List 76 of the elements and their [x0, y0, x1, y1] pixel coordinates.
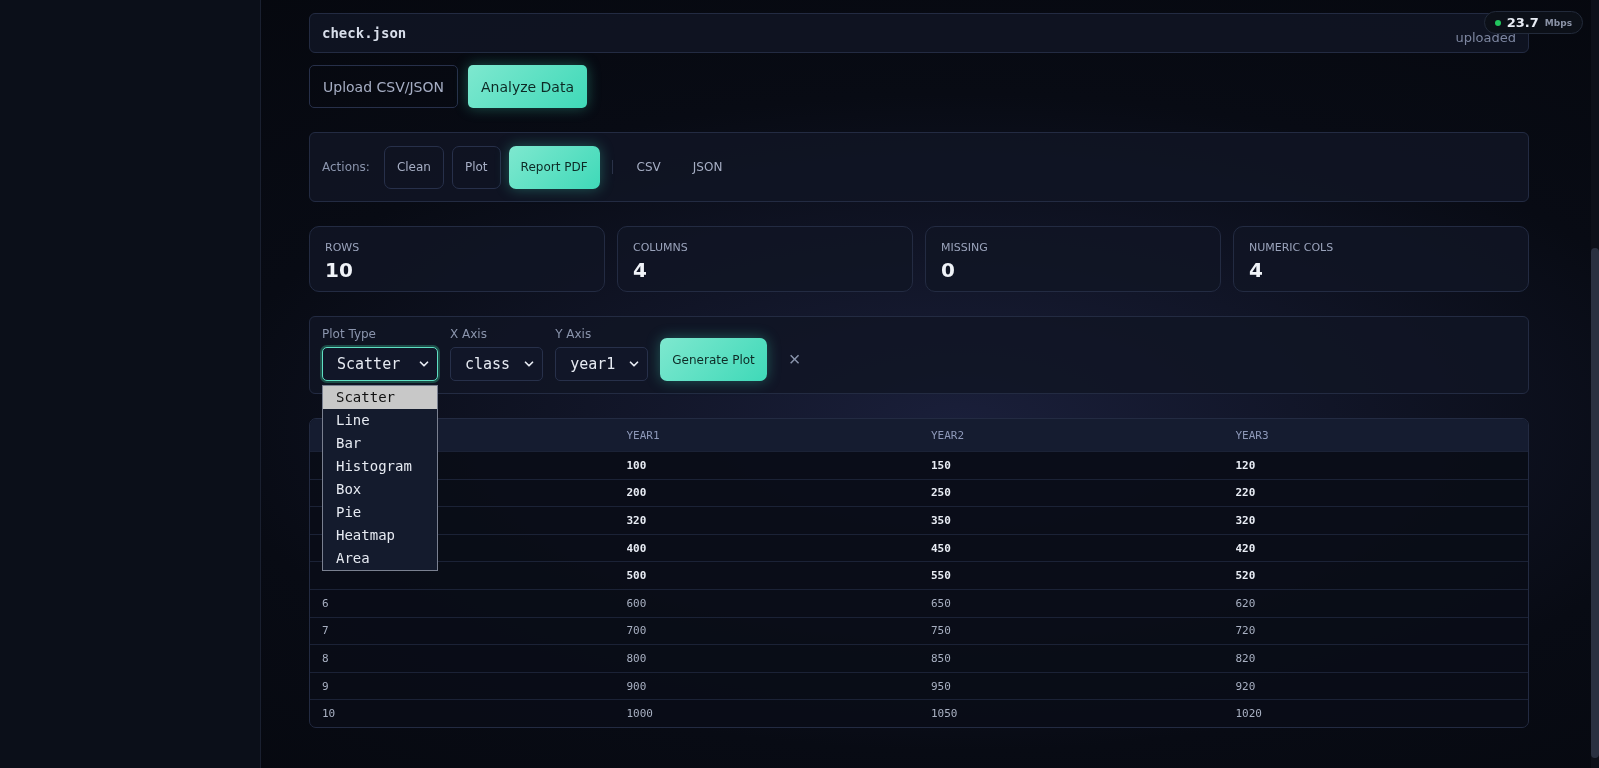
dropdown-option[interactable]: Histogram [323, 455, 437, 478]
table-cell-text: 1000 [625, 707, 654, 721]
action-button[interactable]: Clean [383, 145, 444, 189]
table-cell-text: 320 [625, 514, 648, 527]
column-header: YEAR3 [1234, 428, 1270, 442]
table-cell-text: 550 [930, 569, 952, 583]
table-cell-text: 820 [1234, 651, 1257, 665]
dropdown-option[interactable]: Line [323, 409, 437, 432]
dropdown-option[interactable]: Heatmap [323, 524, 437, 547]
action-button[interactable]: Plot [451, 145, 501, 189]
table-cell-text: 100 [625, 458, 648, 472]
select-field[interactable]: class [450, 347, 544, 381]
table-cell-text: 350 [930, 514, 952, 527]
table-cell-text: 200 [625, 486, 648, 500]
close-button[interactable]: × [788, 348, 801, 371]
table-cell-text: 520 [1234, 569, 1257, 583]
select-field[interactable]: year1 [555, 347, 649, 381]
field-label: Y Axis [555, 327, 593, 341]
table-cell-text: 6 [321, 596, 330, 610]
action-button[interactable]: CSV [624, 145, 673, 189]
table-cell-text: 900 [625, 679, 648, 693]
action-button[interactable]: Report PDF [508, 145, 600, 189]
status-dot-icon [1494, 19, 1501, 26]
table-cell-text: 800 [625, 651, 648, 665]
table-cell-text: 600 [625, 596, 648, 610]
table-cell-text: 9 [321, 679, 330, 693]
analyze-button[interactable]: Analyze Data [467, 65, 587, 108]
stat-label: NUMERIC COLS [1249, 241, 1335, 254]
table-cell-text: 7 [321, 624, 330, 638]
upload-button[interactable]: Upload CSV/JSON [309, 65, 458, 108]
table-cell-text: 850 [930, 651, 952, 665]
table-cell-text: 120 [1234, 458, 1257, 472]
speed-value: 23.7 [1506, 15, 1539, 30]
scrollbar-thumb[interactable] [1591, 248, 1599, 758]
table-cell-text: 400 [625, 541, 648, 555]
action-button[interactable]: JSON [680, 145, 735, 189]
table-cell-text: 1020 [1234, 707, 1263, 721]
table-cell-text: 750 [930, 624, 952, 638]
file-name: check.json [322, 25, 407, 41]
table-cell-text: 500 [625, 569, 648, 583]
field-label: X Axis [450, 327, 488, 341]
stat-value: 0 [941, 258, 956, 282]
stat-value: 10 [325, 258, 354, 282]
field-label: Plot Type [322, 327, 377, 341]
select-field[interactable]: Scatter [322, 347, 438, 381]
stat-value: 4 [633, 258, 648, 282]
stat-label: COLUMNS [633, 241, 689, 254]
table-cell-text: 650 [930, 596, 952, 610]
table-cell-text: 700 [625, 624, 648, 638]
generate-plot-button[interactable]: Generate Plot [660, 338, 767, 381]
table-cell-text: 10 [321, 707, 337, 721]
table-cell-text: 320 [1234, 514, 1257, 527]
table-cell-text: 920 [1234, 679, 1257, 693]
actions-label: Actions: [322, 160, 370, 174]
table-cell-text: 150 [930, 458, 952, 472]
stat-label: MISSING [941, 241, 989, 254]
upload-status: uploaded [1455, 29, 1516, 45]
table-cell-text: 1050 [930, 707, 959, 721]
dropdown-option[interactable]: Area [323, 547, 437, 570]
dropdown-option[interactable]: Bar [323, 432, 437, 455]
speed-unit: Mbps [1544, 17, 1572, 28]
table-cell-text: 8 [321, 651, 330, 665]
table-cell-text: 720 [1234, 624, 1257, 638]
column-header: YEAR2 [930, 428, 966, 442]
dropdown-option[interactable]: Scatter [323, 386, 437, 409]
dropdown-option[interactable]: Pie [323, 501, 437, 524]
table-cell-text: 250 [930, 486, 952, 500]
table-cell-text: 450 [930, 541, 952, 555]
table-cell-text: 220 [1234, 486, 1257, 500]
table-cell-text: 420 [1234, 541, 1257, 555]
column-header: YEAR1 [625, 428, 661, 442]
table-cell-text: 620 [1234, 596, 1257, 610]
stat-value: 4 [1249, 258, 1264, 282]
stat-label: ROWS [325, 241, 361, 254]
table-cell-text: 950 [930, 679, 952, 693]
dropdown-option[interactable]: Box [323, 478, 437, 501]
